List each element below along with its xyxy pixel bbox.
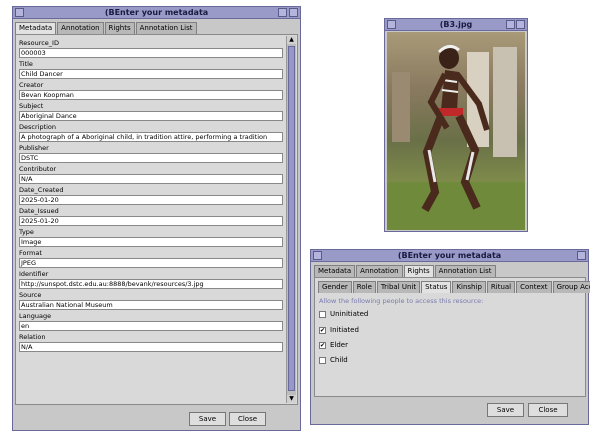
- field-label: Title: [19, 60, 33, 68]
- image-window: (B3.jpg: [384, 18, 528, 232]
- field-label: Subject: [19, 102, 44, 110]
- tab-annotation-list[interactable]: Annotation List: [434, 265, 496, 277]
- window-menu-icon[interactable]: [313, 251, 322, 260]
- field-label: Source: [19, 291, 42, 299]
- rights-subtabs: Gender Role Tribal Unit Status Kinship R…: [318, 281, 590, 293]
- option-initiated[interactable]: ✔ Initiated: [319, 326, 359, 334]
- tab-annotation[interactable]: Annotation: [356, 265, 403, 277]
- rights-window-title: (BEnter your metadata: [397, 251, 502, 260]
- field-label: Creator: [19, 81, 44, 89]
- publisher-field[interactable]: DSTC: [19, 153, 283, 163]
- field-label: Language: [19, 312, 52, 320]
- field-label: Identifier: [19, 270, 49, 278]
- option-elder[interactable]: ✔ Elder: [319, 341, 348, 349]
- checkbox-uninitiated[interactable]: [319, 310, 326, 318]
- maximize-icon[interactable]: [577, 251, 586, 260]
- subject-field[interactable]: Aboriginal Dance: [19, 111, 283, 121]
- subtab-status[interactable]: Status: [421, 281, 452, 293]
- scroll-up-icon[interactable]: ▲: [287, 36, 296, 44]
- subtab-gender[interactable]: Gender: [318, 281, 352, 293]
- option-uninitiated[interactable]: Uninitiated: [319, 310, 368, 318]
- field-label: Contributor: [19, 165, 57, 173]
- close-button[interactable]: Close: [229, 412, 266, 426]
- resource-id-field[interactable]: 000003: [19, 48, 283, 58]
- description-field[interactable]: A photograph of a Aboriginal child, in t…: [19, 132, 283, 142]
- option-label: Elder: [330, 341, 348, 349]
- option-label: Uninitiated: [330, 310, 369, 318]
- maximize-icon[interactable]: [289, 8, 298, 17]
- format-field[interactable]: JPEG: [19, 258, 283, 268]
- contributor-field[interactable]: N/A: [19, 174, 283, 184]
- metadata-form-panel: Resource_ID 000003 Title Child Dancer Cr…: [15, 34, 298, 405]
- creator-field[interactable]: Bevan Koopman: [19, 90, 283, 100]
- subtab-kinship[interactable]: Kinship: [452, 281, 486, 293]
- tab-metadata[interactable]: Metadata: [314, 265, 356, 277]
- metadata-form: Resource_ID 000003 Title Child Dancer Cr…: [19, 37, 283, 352]
- rights-panel: Gender Role Tribal Unit Status Kinship R…: [314, 277, 590, 397]
- save-button[interactable]: Save: [189, 412, 226, 426]
- metadata-tabs: Metadata Annotation Rights Annotation Li…: [15, 22, 198, 34]
- tab-metadata[interactable]: Metadata: [15, 22, 57, 34]
- date-created-field[interactable]: 2025-01-20: [19, 195, 283, 205]
- type-field[interactable]: Image: [19, 237, 283, 247]
- window-menu-icon[interactable]: [387, 20, 396, 29]
- option-label: Initiated: [330, 326, 359, 334]
- checkbox-initiated[interactable]: ✔: [319, 326, 326, 334]
- minimize-icon[interactable]: [506, 20, 515, 29]
- date-issued-field[interactable]: 2025-01-20: [19, 216, 283, 226]
- subtab-group-access[interactable]: Group Access: [552, 281, 590, 293]
- metadata-window: (BEnter your metadata Metadata Annotatio…: [12, 6, 301, 431]
- scroll-down-icon[interactable]: ▼: [287, 395, 296, 403]
- field-label: Resource_ID: [19, 39, 59, 47]
- tab-annotation-list[interactable]: Annotation List: [135, 22, 197, 34]
- tab-rights[interactable]: Rights: [104, 22, 135, 34]
- option-label: Child: [330, 356, 348, 364]
- rights-window-titlebar[interactable]: (BEnter your metadata: [311, 250, 588, 262]
- checkbox-child[interactable]: [319, 356, 326, 364]
- rights-main-tabs: Metadata Annotation Rights Annotation Li…: [314, 265, 497, 277]
- subtab-context[interactable]: Context: [516, 281, 552, 293]
- maximize-icon[interactable]: [516, 20, 525, 29]
- close-button[interactable]: Close: [528, 403, 568, 417]
- image-window-titlebar[interactable]: (B3.jpg: [385, 19, 527, 31]
- identifier-field[interactable]: http://sunspot.dstc.edu.au:8888/bevank/r…: [19, 279, 283, 289]
- scrollbar-thumb[interactable]: [288, 46, 295, 391]
- save-button[interactable]: Save: [487, 403, 524, 417]
- field-label: Format: [19, 249, 42, 257]
- field-label: Relation: [19, 333, 46, 341]
- form-scrollbar[interactable]: ▲ ▼: [286, 36, 296, 403]
- field-label: Description: [19, 123, 57, 131]
- dancer-illustration: [387, 45, 525, 230]
- metadata-window-titlebar[interactable]: (BEnter your metadata: [13, 7, 300, 19]
- access-hint: Allow the following people to access thi…: [319, 297, 484, 305]
- source-field[interactable]: Australian National Museum: [19, 300, 283, 310]
- checkbox-elder[interactable]: ✔: [319, 341, 326, 349]
- language-field[interactable]: en: [19, 321, 283, 331]
- tab-rights[interactable]: Rights: [403, 265, 434, 277]
- window-menu-icon[interactable]: [15, 8, 24, 17]
- field-label: Type: [19, 228, 34, 236]
- dancer-photo: [387, 32, 525, 230]
- image-window-title: (B3.jpg: [439, 20, 473, 29]
- field-label: Publisher: [19, 144, 49, 152]
- subtab-tribal-unit[interactable]: Tribal Unit: [376, 281, 421, 293]
- subtab-role[interactable]: Role: [352, 281, 376, 293]
- field-label: Date_Issued: [19, 207, 59, 215]
- window-title: (BEnter your metadata: [104, 8, 209, 17]
- relation-field[interactable]: N/A: [19, 342, 283, 352]
- subtab-ritual[interactable]: Ritual: [486, 281, 516, 293]
- option-child[interactable]: Child: [319, 356, 348, 364]
- tab-annotation[interactable]: Annotation: [57, 22, 104, 34]
- title-field[interactable]: Child Dancer: [19, 69, 283, 79]
- rights-window: (BEnter your metadata Metadata Annotatio…: [310, 249, 590, 425]
- field-label: Date_Created: [19, 186, 64, 194]
- minimize-icon[interactable]: [278, 8, 287, 17]
